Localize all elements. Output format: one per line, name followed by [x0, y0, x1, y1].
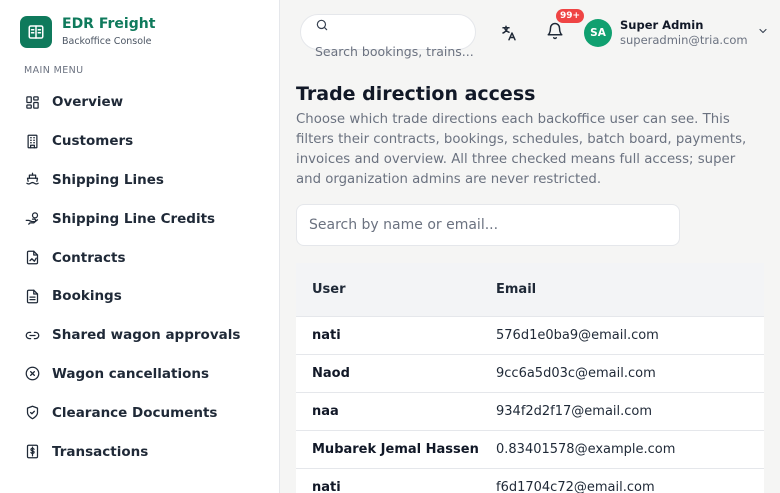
- sidebar-item-overview[interactable]: Overview: [0, 83, 279, 122]
- topbar: Search bookings, trains... 99+ SA Super …: [280, 0, 780, 64]
- user-email-cell: 9cc6a5d03c@email.com: [496, 354, 764, 393]
- user-name: Super Admin: [620, 18, 704, 32]
- column-header-email: Email: [496, 263, 764, 317]
- building-icon: [24, 133, 40, 149]
- shield-check-icon: [24, 405, 40, 421]
- sidebar-item-label: Shipping Line Credits: [52, 210, 216, 227]
- user-name-cell: nati: [296, 316, 496, 355]
- users-table: User Email nati 576d1e0ba9@email.com Nao…: [296, 263, 764, 493]
- sidebar-item-label: Wagon cancellations: [52, 365, 210, 382]
- sidebar-item-transactions[interactable]: Transactions: [0, 432, 279, 471]
- brand[interactable]: EDR Freight Backoffice Console: [20, 16, 155, 48]
- user-search-input[interactable]: [296, 204, 680, 246]
- user-name-cell: Naod: [296, 354, 496, 393]
- table-row[interactable]: Naod 9cc6a5d03c@email.com: [296, 354, 764, 393]
- brand-name: EDR Freight: [62, 16, 156, 32]
- sidebar-item-shipping-lines[interactable]: Shipping Lines: [0, 161, 279, 200]
- table-header-row: User Email: [296, 263, 764, 317]
- grid-icon: [24, 94, 40, 110]
- dollar-receipt-icon: [24, 444, 40, 460]
- translate-icon[interactable]: [500, 24, 518, 46]
- sidebar-item-shared-wagon-approvals[interactable]: Shared wagon approvals: [0, 316, 279, 355]
- menu-heading: MAIN MENU: [24, 65, 84, 76]
- sidebar-item-customers[interactable]: Customers: [0, 122, 279, 161]
- sidebar-item-wagon-cancellations[interactable]: Wagon cancellations: [0, 355, 279, 394]
- hand-coins-icon: [24, 211, 40, 227]
- sidebar-item-label: Contracts: [52, 249, 126, 266]
- user-name-cell: naa: [296, 392, 496, 432]
- user-name-cell: nati: [296, 468, 496, 493]
- sidebar-item-contracts[interactable]: Contracts: [0, 238, 279, 277]
- user-email-cell: 934f2d2f17@email.com: [496, 392, 764, 432]
- sidebar-item-label: Shipping Lines: [52, 171, 164, 188]
- brand-logo-icon: [20, 16, 52, 48]
- sidebar-item-label: Shared wagon approvals: [52, 327, 241, 344]
- sidebar-menu: Overview Customers Shipping Lines Shippi…: [0, 83, 279, 471]
- sidebar-item-label: Customers: [52, 133, 134, 150]
- sidebar-item-shipping-line-credits[interactable]: Shipping Line Credits: [0, 199, 279, 238]
- x-circle-icon: [24, 366, 40, 382]
- user-menu[interactable]: SA Super Admin superadmin@tria.com: [584, 18, 769, 47]
- table-row[interactable]: Mubarek Jemal Hassen 0.83401578@example.…: [296, 430, 764, 470]
- file-signature-icon: [24, 250, 40, 266]
- sidebar-item-label: Transactions: [52, 443, 149, 460]
- sidebar-item-label: Overview: [52, 94, 124, 111]
- ship-icon: [24, 172, 40, 188]
- user-email-cell: 576d1e0ba9@email.com: [496, 316, 764, 355]
- table-row[interactable]: nati 576d1e0ba9@email.com: [296, 316, 764, 355]
- brand-subtitle: Backoffice Console: [62, 36, 152, 47]
- table-row[interactable]: nati f6d1704c72@email.com: [296, 468, 764, 493]
- user-email: superadmin@tria.com: [620, 33, 748, 47]
- user-name-cell: Mubarek Jemal Hassen: [296, 430, 496, 470]
- notification-badge: 99+: [556, 9, 585, 23]
- bell-icon[interactable]: [546, 22, 564, 44]
- table-row[interactable]: naa 934f2d2f17@email.com: [296, 392, 764, 432]
- user-email-cell: f6d1704c72@email.com: [496, 468, 764, 493]
- chevron-down-icon: [757, 22, 769, 41]
- user-email-cell: 0.83401578@example.com: [496, 430, 764, 470]
- sidebar-item-label: Clearance Documents: [52, 404, 218, 421]
- sidebar: EDR Freight Backoffice Console MAIN MENU…: [0, 0, 280, 493]
- page-title: Trade direction access: [296, 83, 536, 105]
- main-content: Trade direction access Choose which trad…: [296, 82, 766, 190]
- document-icon: [24, 288, 40, 304]
- avatar: SA: [584, 18, 612, 47]
- sidebar-item-label: Bookings: [52, 288, 122, 305]
- search-icon: [315, 17, 329, 36]
- global-search-placeholder: Search bookings, trains...: [315, 44, 474, 59]
- column-header-user: User: [296, 263, 496, 317]
- page-description: Choose which trade directions each backo…: [296, 112, 747, 187]
- global-search-input[interactable]: Search bookings, trains...: [300, 14, 476, 59]
- link-icon: [24, 327, 40, 343]
- sidebar-item-bookings[interactable]: Bookings: [0, 277, 279, 316]
- sidebar-item-clearance-documents[interactable]: Clearance Documents: [0, 393, 279, 432]
